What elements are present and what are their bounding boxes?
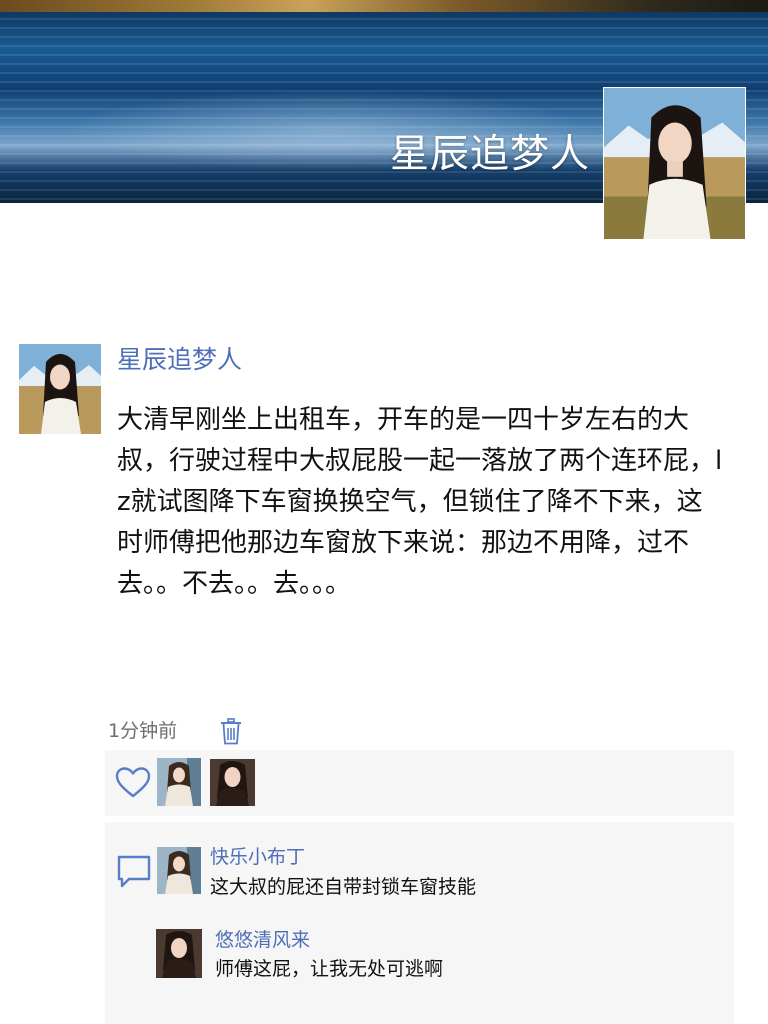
liker-avatar[interactable] bbox=[210, 759, 255, 806]
comment-text: 师傅这屁，让我无处可逃啊 bbox=[215, 958, 444, 980]
trash-icon[interactable] bbox=[220, 718, 242, 745]
liker-avatar[interactable] bbox=[157, 758, 201, 806]
commenter-avatar[interactable] bbox=[157, 847, 201, 894]
comment-author-name[interactable]: 悠悠清风来 bbox=[215, 926, 310, 954]
post-author-avatar[interactable] bbox=[19, 344, 101, 434]
post-author-name[interactable]: 星辰追梦人 bbox=[117, 343, 242, 377]
cover-username: 星辰追梦人 bbox=[389, 132, 590, 177]
commenter-avatar[interactable] bbox=[156, 929, 202, 978]
comment-text: 这大叔的屁还自带封锁车窗技能 bbox=[210, 876, 477, 898]
comment-author-name[interactable]: 快乐小布丁 bbox=[210, 843, 305, 871]
cover-avatar[interactable] bbox=[603, 87, 746, 240]
heart-icon[interactable] bbox=[114, 764, 152, 802]
post-timestamp: 1分钟前 bbox=[108, 720, 178, 742]
post-content: 大清早刚坐上出租车，开车的是一四十岁左右的大叔，行驶过程中大叔屁股一起一落放了两… bbox=[117, 405, 723, 599]
comment-icon[interactable] bbox=[114, 851, 154, 891]
